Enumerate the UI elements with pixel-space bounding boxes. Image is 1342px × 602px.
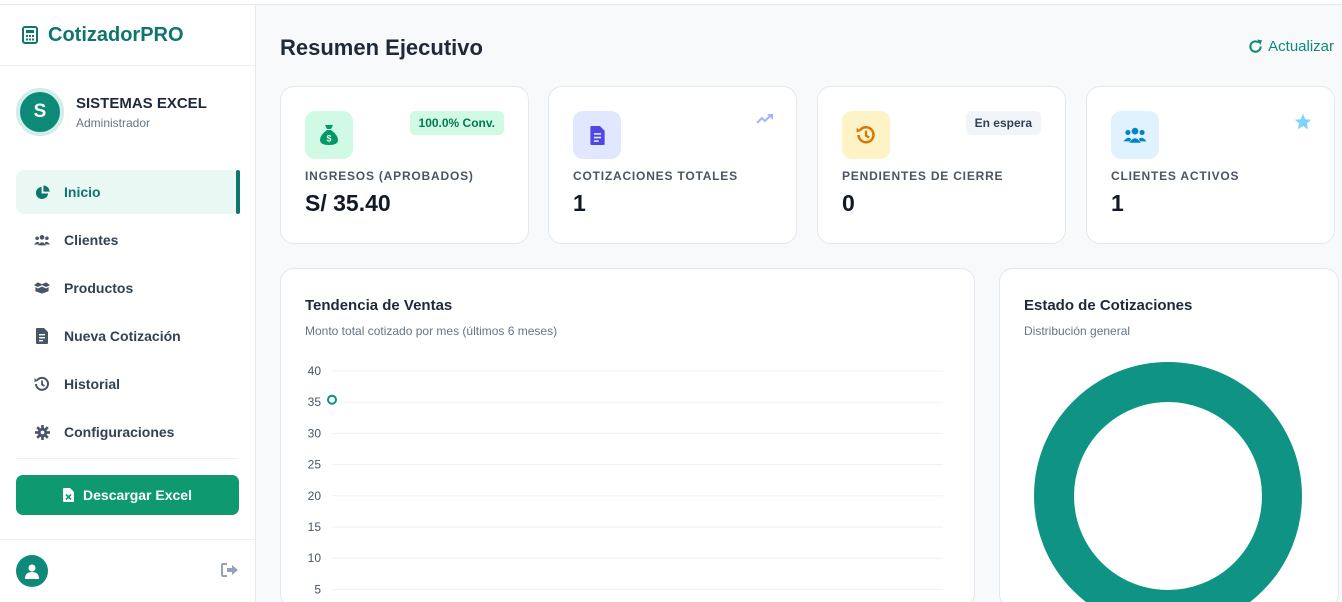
window-top-bar [0,0,1342,5]
sales-chart-title: Tendencia de Ventas [305,297,453,314]
svg-text:$: $ [326,134,331,144]
refresh-label: Actualizar [1268,38,1334,55]
trend-up-icon [756,113,774,131]
y-tick-label: 30 [308,426,322,440]
y-tick-label: 35 [308,395,322,409]
main-content: Resumen Ejecutivo Actualizar $ 100.0% Co… [256,5,1342,602]
sidebar-item-configuraciones[interactable]: Configuraciones [16,410,239,454]
kpi-label: PENDIENTES DE CIERRE [842,169,1004,183]
sidebar-item-label: Configuraciones [64,424,175,440]
y-tick-label: 15 [308,520,322,534]
sidebar-item-label: Productos [64,280,134,296]
file-invoice-icon [34,328,50,344]
status-badge: En espera [965,111,1041,135]
kpi-value: 1 [573,190,586,216]
refresh-icon [1248,39,1263,54]
download-excel-label: Descargar Excel [83,487,192,503]
y-tick-label: 5 [314,582,321,596]
history-icon [34,376,50,392]
sidebar: CotizadorPRO S SISTEMAS EXCEL Administra… [0,5,256,602]
chart-pie-icon [34,184,50,200]
file-invoice-icon [573,111,621,159]
gear-icon [34,424,50,440]
money-bag-icon: $ [305,111,353,159]
page-title: Resumen Ejecutivo [280,35,483,60]
user-avatar-icon[interactable] [16,555,48,587]
sales-line-chart[interactable]: 40 35 30 25 20 15 10 5 [281,349,974,602]
sidebar-item-label: Clientes [64,232,119,248]
users-icon [34,232,50,248]
conversion-badge: 100.0% Conv. [409,111,504,135]
status-panel: Estado de Cotizaciones Distribución gene… [999,268,1339,602]
y-tick-label: 40 [308,364,322,378]
kpi-card-ingresos[interactable]: $ 100.0% Conv. INGRESOS (APROBADOS) S/ 3… [280,86,529,244]
kpi-card-cotizaciones[interactable]: COTIZACIONES TOTALES 1 [548,86,797,244]
kpi-value: 0 [842,190,855,216]
users-icon [1111,111,1159,159]
sidebar-footer [0,539,255,602]
download-excel-button[interactable]: Descargar Excel [16,475,239,515]
y-tick-label: 20 [308,489,322,503]
kpi-cards: $ 100.0% Conv. INGRESOS (APROBADOS) S/ 3… [280,86,1335,244]
sidebar-item-nueva-cotizacion[interactable]: Nueva Cotización [16,314,239,358]
nav-divider [16,458,239,459]
user-profile: S SISTEMAS EXCEL Administrador [0,66,255,158]
brand[interactable]: CotizadorPRO [0,5,255,66]
kpi-label: INGRESOS (APROBADOS) [305,169,474,183]
logout-icon[interactable] [221,562,239,580]
sidebar-item-label: Historial [64,376,121,392]
sidebar-item-label: Nueva Cotización [64,328,181,344]
kpi-value: 1 [1111,190,1124,216]
kpi-card-pendientes[interactable]: En espera PENDIENTES DE CIERRE 0 [817,86,1066,244]
sales-trend-panel: Tendencia de Ventas Monto total cotizado… [280,268,975,602]
user-name: SISTEMAS EXCEL [76,94,207,112]
kpi-label: COTIZACIONES TOTALES [573,169,738,183]
boxes-icon [34,280,50,296]
y-tick-label: 25 [308,458,322,472]
status-chart-title: Estado de Cotizaciones [1024,297,1193,314]
sidebar-item-productos[interactable]: Productos [16,266,239,310]
calculator-icon [22,26,40,44]
status-donut-chart[interactable] [1000,349,1338,602]
sidebar-item-label: Inicio [64,184,101,200]
file-excel-icon [63,488,75,502]
sales-chart-subtitle: Monto total cotizado por mes (últimos 6 … [305,324,558,338]
sidebar-item-historial[interactable]: Historial [16,362,239,406]
avatar: S [17,89,63,135]
sidebar-item-inicio[interactable]: Inicio [16,170,240,214]
star-icon [1294,113,1312,131]
status-chart-subtitle: Distribución general [1024,324,1131,338]
user-role: Administrador [76,115,151,130]
main-nav: Inicio Clientes Productos Nueva Cotizaci… [0,158,255,515]
sidebar-item-clientes[interactable]: Clientes [16,218,239,262]
y-tick-label: 10 [308,551,322,565]
kpi-label: CLIENTES ACTIVOS [1111,169,1240,183]
data-point[interactable] [327,394,337,405]
kpi-value: S/ 35.40 [305,190,391,216]
brand-name: CotizadorPRO [48,23,184,46]
kpi-card-clientes[interactable]: CLIENTES ACTIVOS 1 [1086,86,1335,244]
refresh-button[interactable]: Actualizar [1248,38,1334,55]
history-icon [842,111,890,159]
donut-slice[interactable] [1034,362,1302,602]
